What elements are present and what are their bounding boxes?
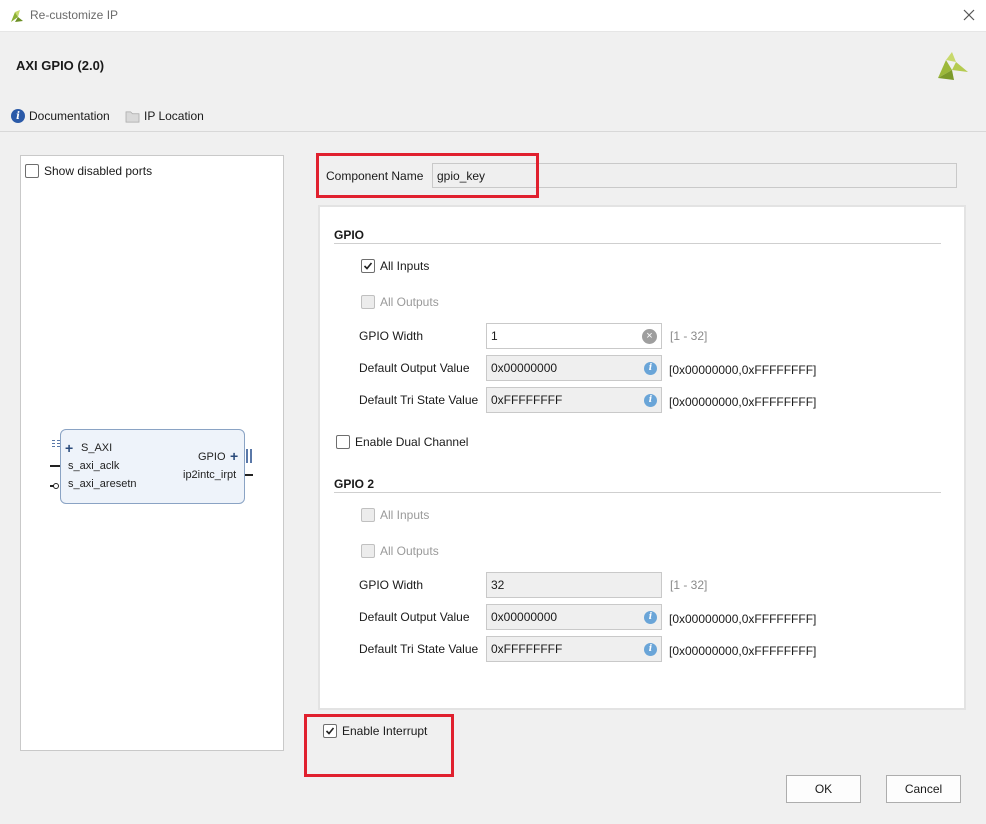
gpio-default-tri-value: 0xFFFFFFFF — [491, 393, 563, 407]
gpio2-all-outputs-checkbox — [361, 544, 375, 558]
enable-dual-channel-label: Enable Dual Channel — [355, 435, 469, 449]
gpio2-default-tri-label: Default Tri State Value — [359, 642, 479, 656]
gpio-bus-stub — [245, 449, 254, 463]
expand-s-axi-icon[interactable]: + — [65, 440, 73, 456]
axi-gpio-block[interactable]: + S_AXI s_axi_aclk s_axi_aresetn GPIO + … — [60, 429, 245, 504]
show-disabled-ports-checkbox[interactable] — [25, 164, 39, 178]
vivado-logo-icon — [11, 10, 23, 22]
gpio2-default-tri-range: [0x00000000,0xFFFFFFFF] — [669, 644, 817, 658]
gpio2-section-title: GPIO 2 — [334, 477, 375, 491]
gpio2-width-input: 32 — [486, 572, 662, 598]
irpt-pin — [245, 474, 253, 476]
gpio-default-output-label: Default Output Value — [359, 361, 470, 375]
gpio2-default-tri-value: 0xFFFFFFFF — [491, 642, 563, 656]
folder-icon — [125, 110, 140, 122]
gpio-width-label: GPIO Width — [359, 329, 424, 343]
gpio-all-inputs-label: All Inputs — [380, 259, 430, 273]
port-s-axi-aresetn: s_axi_aresetn — [68, 478, 137, 490]
gpio2-default-output-range: [0x00000000,0xFFFFFFFF] — [669, 612, 817, 626]
gpio-separator — [334, 243, 941, 244]
ip-location-link[interactable]: IP Location — [125, 109, 204, 123]
gpio2-width-range: [1 - 32] — [670, 578, 708, 592]
gpio2-default-tri-input[interactable]: 0xFFFFFFFF i — [486, 636, 662, 662]
show-disabled-ports-option[interactable]: Show disabled ports — [25, 164, 152, 178]
gpio2-all-outputs-option: All Outputs — [361, 544, 439, 558]
gpio-all-inputs-option[interactable]: All Inputs — [361, 259, 429, 273]
gpio2-width-label: GPIO Width — [359, 578, 424, 592]
gpio-default-tri-input[interactable]: 0xFFFFFFFF i — [486, 387, 662, 413]
close-icon[interactable] — [962, 8, 976, 22]
gpio-width-input[interactable]: 1 × — [486, 323, 662, 349]
gpio2-all-inputs-option: All Inputs — [361, 508, 429, 522]
ip-title: AXI GPIO (2.0) — [16, 58, 105, 73]
gpio-all-outputs-checkbox — [361, 295, 375, 309]
ok-button[interactable]: OK — [786, 775, 861, 803]
gpio-all-outputs-label: All Outputs — [380, 295, 439, 309]
clear-icon[interactable]: × — [642, 328, 657, 344]
gpio2-all-inputs-checkbox — [361, 508, 375, 522]
gpio-default-tri-range: [0x00000000,0xFFFFFFFF] — [669, 395, 817, 409]
gpio2-separator — [334, 492, 941, 493]
enable-dual-channel-option[interactable]: Enable Dual Channel — [336, 435, 468, 449]
window-title: Re-customize IP — [30, 8, 119, 22]
port-s-axi-aclk: s_axi_aclk — [68, 460, 120, 472]
title-bar: Re-customize IP — [0, 0, 986, 32]
gpio-all-inputs-checkbox[interactable] — [361, 259, 375, 273]
gpio2-all-inputs-label: All Inputs — [380, 508, 430, 522]
gpio-all-outputs-option: All Outputs — [361, 295, 439, 309]
gpio2-width-value: 32 — [491, 578, 505, 592]
ip-location-label: IP Location — [144, 109, 204, 123]
checkmark-icon — [363, 262, 373, 270]
aresetn-pin — [50, 483, 60, 489]
info-icon[interactable]: i — [644, 361, 657, 375]
gpio-default-output-input[interactable]: 0x00000000 i — [486, 355, 662, 381]
gpio2-default-output-input[interactable]: 0x00000000 i — [486, 604, 662, 630]
info-icon[interactable]: i — [644, 642, 657, 656]
gpio-width-range: [1 - 32] — [670, 329, 708, 343]
cancel-button[interactable]: Cancel — [886, 775, 961, 803]
port-s-axi: S_AXI — [81, 442, 113, 454]
xilinx-logo-icon — [938, 52, 968, 80]
info-icon[interactable]: i — [644, 393, 657, 407]
gpio2-default-output-value: 0x00000000 — [491, 610, 558, 624]
documentation-label: Documentation — [29, 109, 110, 123]
expand-gpio-icon[interactable]: + — [230, 448, 238, 464]
ip-header: AXI GPIO (2.0) i Documentation IP Locati… — [0, 32, 986, 132]
highlight-enable-interrupt — [304, 714, 454, 777]
gpio-default-output-range: [0x00000000,0xFFFFFFFF] — [669, 363, 817, 377]
enable-dual-channel-checkbox[interactable] — [336, 435, 350, 449]
documentation-link[interactable]: i Documentation — [11, 109, 110, 123]
highlight-component-name — [316, 153, 539, 198]
gpio-default-tri-label: Default Tri State Value — [359, 393, 479, 407]
gpio2-default-output-label: Default Output Value — [359, 610, 470, 624]
info-icon[interactable]: i — [644, 610, 657, 624]
gpio-default-output-value: 0x00000000 — [491, 361, 558, 375]
gpio2-all-outputs-label: All Outputs — [380, 544, 439, 558]
show-disabled-ports-label: Show disabled ports — [44, 164, 153, 178]
port-ip2intc-irpt: ip2intc_irpt — [183, 469, 237, 481]
port-gpio: GPIO — [198, 451, 226, 463]
gpio-section-title: GPIO — [334, 228, 365, 242]
s-axi-bus-stub — [52, 440, 60, 454]
info-icon: i — [11, 109, 25, 123]
aclk-pin — [50, 465, 60, 467]
settings-panel — [318, 205, 966, 710]
gpio-width-value: 1 — [491, 329, 498, 343]
